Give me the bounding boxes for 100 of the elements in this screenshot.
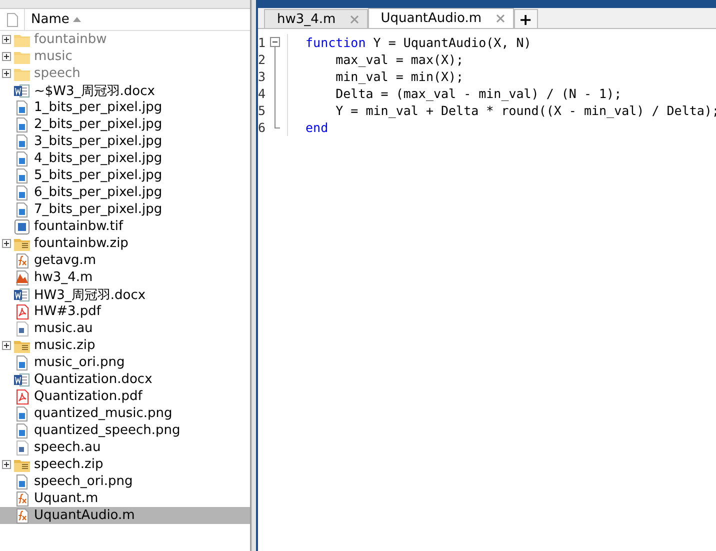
folder-icon xyxy=(14,32,30,46)
code-line: end xyxy=(306,119,330,136)
function-file-icon xyxy=(14,508,30,524)
line-number: 4 xyxy=(258,85,266,102)
file-row[interactable]: music_ori.png xyxy=(0,354,250,371)
image-file-icon xyxy=(14,422,30,438)
file-name: 4_bits_per_pixel.jpg xyxy=(34,151,162,166)
file-name: Quantization.docx xyxy=(34,372,152,387)
expand-icon[interactable] xyxy=(2,35,10,44)
name-column-header[interactable]: Name xyxy=(25,9,250,30)
line-number: 5 xyxy=(258,102,266,119)
file-row[interactable]: quantized_speech.png xyxy=(0,422,250,439)
word-document-icon xyxy=(14,82,30,98)
editor-tab[interactable]: UquantAudio.m xyxy=(368,8,514,28)
editor-tab[interactable]: hw3_4.m xyxy=(264,9,368,28)
image-file-icon xyxy=(14,116,30,132)
file-name: speech.zip xyxy=(34,457,104,472)
line-number: 2 xyxy=(258,51,266,68)
folder-icon xyxy=(14,50,30,64)
file-row[interactable]: music.zip xyxy=(0,337,250,354)
file-name: getavg.m xyxy=(34,253,96,268)
file-row[interactable]: getavg.m xyxy=(0,252,250,269)
file-name: HW#3.pdf xyxy=(34,304,102,319)
line-number: 6 xyxy=(258,119,266,136)
file-name: UquantAudio.m xyxy=(34,508,135,523)
file-row[interactable]: 1_bits_per_pixel.jpg xyxy=(0,99,250,116)
file-row[interactable]: quantized_music.png xyxy=(0,405,250,422)
file-name: music.zip xyxy=(34,338,96,353)
file-row[interactable]: 7_bits_per_pixel.jpg xyxy=(0,201,250,218)
file-row[interactable]: 6_bits_per_pixel.jpg xyxy=(0,184,250,201)
image-file-icon xyxy=(14,474,30,490)
file-name: speech_ori.png xyxy=(34,474,133,489)
code-line: max_val = max(X); xyxy=(334,51,465,68)
file-row[interactable]: 3_bits_per_pixel.jpg xyxy=(0,133,250,150)
image-file-icon xyxy=(14,406,30,422)
file-icon xyxy=(6,12,18,26)
expand-icon[interactable] xyxy=(2,69,10,78)
file-row[interactable]: fountainbw xyxy=(0,31,250,48)
file-name: quantized_speech.png xyxy=(34,423,180,438)
image-file-icon xyxy=(14,134,30,150)
file-row[interactable]: 5_bits_per_pixel.jpg xyxy=(0,167,250,184)
pdf-file-icon xyxy=(14,304,30,320)
close-icon[interactable] xyxy=(496,14,505,23)
file-row[interactable]: Uquant.m xyxy=(0,490,250,507)
expand-icon[interactable] xyxy=(2,341,10,350)
image-file-icon xyxy=(14,202,30,218)
file-row[interactable]: music xyxy=(0,48,250,65)
line-number: 3 xyxy=(258,68,266,85)
file-name: 6_bits_per_pixel.jpg xyxy=(34,185,162,200)
file-row[interactable]: speech_ori.png xyxy=(0,473,250,490)
file-row[interactable]: 2_bits_per_pixel.jpg xyxy=(0,116,250,133)
zip-folder-icon xyxy=(14,236,30,250)
expand-icon[interactable] xyxy=(2,52,10,61)
file-name: 3_bits_per_pixel.jpg xyxy=(34,134,162,149)
file-name: hw3_4.m xyxy=(34,270,93,285)
file-name: fountainbw.zip xyxy=(34,236,128,251)
image-file-icon xyxy=(14,168,30,184)
file-row[interactable]: ~$W3_周冠羽.docx xyxy=(0,82,250,99)
function-file-icon xyxy=(14,252,30,268)
word-document-icon xyxy=(14,372,30,388)
word-document-icon xyxy=(14,286,30,302)
file-name: music_ori.png xyxy=(34,355,125,370)
code-line: min_val = min(X); xyxy=(334,68,465,85)
file-row[interactable]: HW#3.pdf xyxy=(0,303,250,320)
file-row[interactable]: fountainbw.zip xyxy=(0,235,250,252)
file-name: Quantization.pdf xyxy=(34,389,142,404)
file-name: ~$W3_周冠羽.docx xyxy=(34,82,155,100)
file-row[interactable]: hw3_4.m xyxy=(0,269,250,286)
line-number: 1 xyxy=(258,34,266,51)
zip-folder-icon xyxy=(14,458,30,472)
file-row[interactable]: HW3_周冠羽.docx xyxy=(0,286,250,303)
image-file-icon xyxy=(14,100,30,116)
file-name: fountainbw xyxy=(34,32,107,47)
image-file-icon xyxy=(14,354,30,370)
file-row[interactable]: speech.zip xyxy=(0,456,250,473)
pdf-file-icon xyxy=(14,388,30,404)
file-name: HW3_周冠羽.docx xyxy=(34,286,146,304)
file-row[interactable]: speech.au xyxy=(0,439,250,456)
audio-file-icon xyxy=(14,320,30,336)
file-row[interactable]: 4_bits_per_pixel.jpg xyxy=(0,150,250,167)
new-tab-button[interactable]: + xyxy=(514,9,538,28)
file-row[interactable]: fountainbw.tif xyxy=(0,218,250,235)
expand-icon[interactable] xyxy=(2,460,10,469)
file-name: Uquant.m xyxy=(34,491,98,506)
file-name: 5_bits_per_pixel.jpg xyxy=(34,168,162,183)
audio-file-icon xyxy=(14,440,30,456)
image-file-icon xyxy=(14,150,30,166)
image-file-icon xyxy=(14,184,30,200)
file-name: speech.au xyxy=(34,440,101,455)
script-file-icon xyxy=(14,270,30,286)
expand-icon[interactable] xyxy=(2,239,10,248)
file-name: 2_bits_per_pixel.jpg xyxy=(34,117,162,132)
function-file-icon xyxy=(14,490,30,506)
code-line: function Y = UquantAudio(X, N) xyxy=(306,34,532,51)
file-name: music xyxy=(34,49,72,64)
file-row[interactable]: UquantAudio.m xyxy=(0,507,250,524)
file-row[interactable]: Quantization.pdf xyxy=(0,388,250,405)
file-row[interactable]: Quantization.docx xyxy=(0,371,250,388)
file-row[interactable]: speech xyxy=(0,65,250,82)
file-row[interactable]: music.au xyxy=(0,320,250,337)
